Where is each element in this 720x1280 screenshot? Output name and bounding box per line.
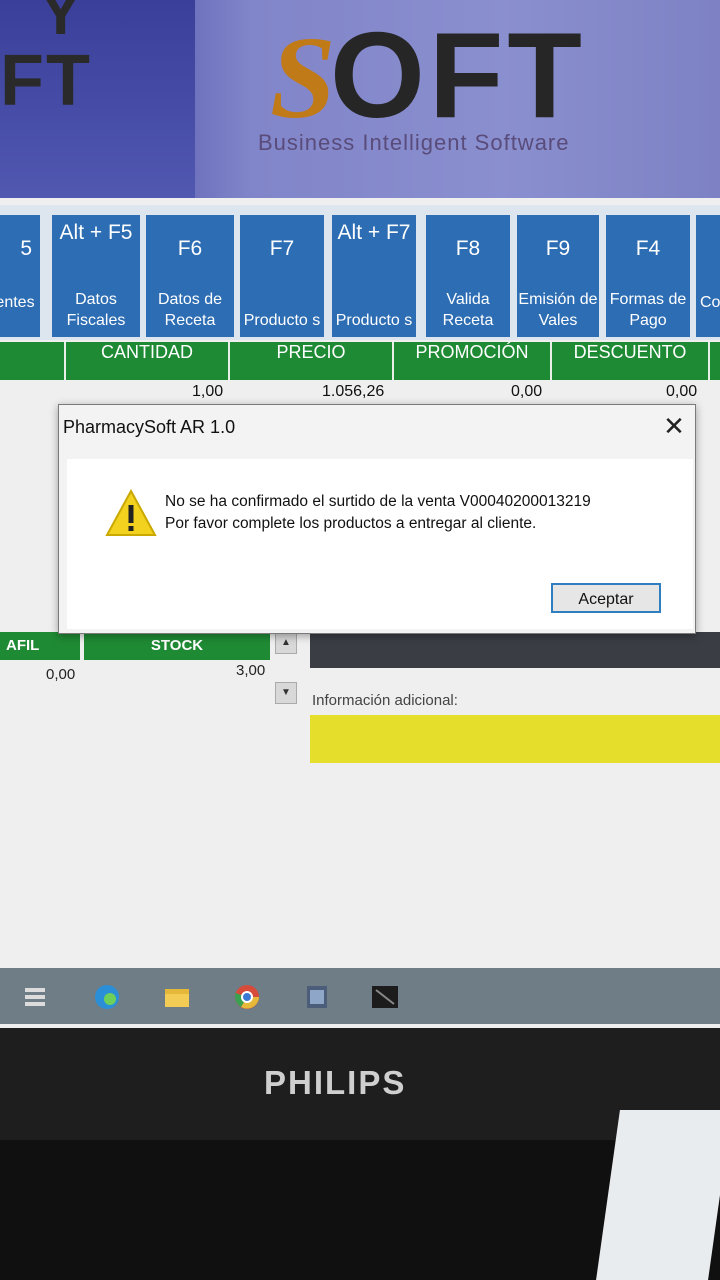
warning-icon <box>105 489 157 536</box>
dialog-message-line2: Por favor complete los productos a entre… <box>165 515 537 532</box>
toolbar-button-formas-pago[interactable]: F4 Formas de Pago <box>606 215 690 337</box>
toolbar-label: Datos de Receta <box>157 291 223 329</box>
message-dialog: PharmacySoft AR 1.0 ✕ No se ha confirmad… <box>58 404 696 634</box>
toolbar-key: Alt + F5 <box>59 221 133 244</box>
cell-cantidad[interactable]: 1,00 <box>192 383 223 401</box>
app-banner: Y FT S OFT Business Intelligent Software <box>0 0 720 198</box>
logo-main-text: OFT <box>330 7 586 143</box>
chrome-icon[interactable] <box>232 982 262 1012</box>
column-header-stock[interactable]: STOCK <box>84 632 270 660</box>
toolbar-key: 5 <box>20 237 32 260</box>
screen: Y FT S OFT Business Intelligent Software… <box>0 0 720 1030</box>
monitor-brand: PHILIPS <box>264 1064 407 1101</box>
cell-descuento[interactable]: 0,00 <box>666 383 697 401</box>
column-header-promocion[interactable]: PROMOCIÓN <box>394 342 552 380</box>
toolbar-label: Co <box>700 294 720 311</box>
info-adicional-field[interactable] <box>310 715 720 763</box>
toolbar-button-valida-receta[interactable]: F8 Valida Receta <box>426 215 510 337</box>
toolbar-label: Producto s <box>335 312 413 329</box>
toolbar-key: F7 <box>269 237 295 260</box>
toolbar-label: Producto s <box>243 312 321 329</box>
logo-tagline: Business Intelligent Software <box>258 130 570 155</box>
toolbar-key: F9 <box>545 237 571 260</box>
toolbar-button-productos[interactable]: F7 Producto s <box>240 215 324 337</box>
column-header-descuento[interactable]: DESCUENTO <box>552 342 710 380</box>
cell-afil[interactable]: 0,00 <box>46 666 75 683</box>
toolbar-label: Datos Fiscales <box>66 291 126 329</box>
cell-precio[interactable]: 1.056,26 <box>322 383 384 401</box>
accept-button[interactable]: Aceptar <box>551 583 661 613</box>
column-header-cantidad[interactable]: CANTIDAD <box>66 342 230 380</box>
logo-left-fragment: FT <box>0 41 92 121</box>
toolbar-button-alt-productos[interactable]: Alt + F7 Producto s <box>332 215 416 337</box>
column-header-afil[interactable]: AFIL <box>0 632 80 660</box>
function-key-toolbar: 5 entes Alt + F5 Datos Fiscales F6 Datos… <box>0 205 720 340</box>
toolbar-label: Formas de Pago <box>609 291 687 329</box>
app-icon[interactable] <box>302 982 332 1012</box>
toolbar-key: Alt + F7 <box>337 221 411 244</box>
toolbar-key: F4 <box>635 237 661 260</box>
toolbar-key: F8 <box>455 237 481 260</box>
toolbar-label: Emisión de Vales <box>518 291 598 329</box>
scroll-up-button[interactable]: ▲ <box>275 632 297 654</box>
products-grid-header: CANTIDAD PRECIO PROMOCIÓN DESCUENTO <box>0 342 720 380</box>
banner-left-panel: Y FT <box>0 0 195 198</box>
dark-panel-bar <box>310 632 720 668</box>
toolbar-button-datos-receta[interactable]: F6 Datos de Receta <box>146 215 234 337</box>
cell-promocion[interactable]: 0,00 <box>511 383 542 401</box>
toolbar-label: entes <box>0 294 35 311</box>
column-header-precio[interactable]: PRECIO <box>230 342 394 380</box>
close-icon[interactable]: ✕ <box>659 411 689 441</box>
toolbar-button-emision-vales[interactable]: F9 Emisión de Vales <box>517 215 599 337</box>
toolbar-button-partial[interactable]: Co <box>696 215 720 337</box>
task-view-icon[interactable] <box>20 982 50 1012</box>
dialog-body: No se ha confirmado el surtido de la ven… <box>67 459 693 629</box>
logo-s-glyph: S <box>270 12 336 143</box>
info-adicional-label: Información adicional: <box>312 692 458 709</box>
toolbar-key: F6 <box>177 237 203 260</box>
terminal-icon[interactable] <box>370 982 400 1012</box>
toolbar-button-datos-fiscales[interactable]: Alt + F5 Datos Fiscales <box>52 215 140 337</box>
toolbar-button-clientes[interactable]: 5 entes <box>0 215 40 337</box>
dialog-message-line1: No se ha confirmado el surtido de la ven… <box>165 493 591 510</box>
toolbar-label: Valida Receta <box>442 291 494 329</box>
scroll-down-button[interactable]: ▼ <box>275 682 297 704</box>
cell-stock[interactable]: 3,00 <box>236 662 265 679</box>
dialog-title: PharmacySoft AR 1.0 <box>63 417 236 437</box>
file-explorer-icon[interactable] <box>162 982 192 1012</box>
edge-icon[interactable] <box>92 982 122 1012</box>
column-header-blank <box>0 342 66 380</box>
monitor-bezel: PHILIPS <box>0 1028 720 1140</box>
